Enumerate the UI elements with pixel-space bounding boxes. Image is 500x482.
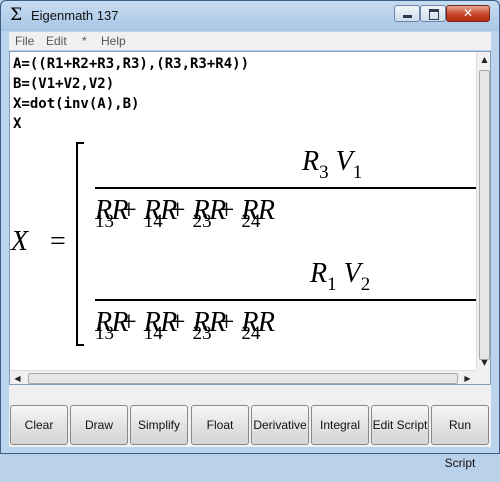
script-line: B=(V1+V2,V2) <box>13 76 115 92</box>
fraction-bar-1 <box>95 187 476 189</box>
script-line: A=((R1+R2+R3,R3),(R3,R3+R4)) <box>13 56 250 72</box>
sigma-app-icon[interactable]: Σ <box>8 6 24 24</box>
fraction-bar-2 <box>95 299 476 301</box>
integral-button[interactable]: Integral <box>311 405 369 445</box>
minimize-icon <box>403 15 412 18</box>
app-window: Σ Eigenmath 137 ✕ File Edit * Help A=((R… <box>0 0 500 470</box>
horizontal-scroll-thumb[interactable] <box>28 373 458 384</box>
vertical-scrollbar[interactable]: ▲ ▼ <box>476 52 490 370</box>
numerator-2: R1 V2 <box>310 258 371 295</box>
maximize-button[interactable] <box>420 5 446 22</box>
clear-button[interactable]: Clear <box>10 405 68 445</box>
close-button[interactable]: ✕ <box>446 5 490 22</box>
button-bar: Clear Draw Simplify Float Derivative Int… <box>9 385 491 470</box>
scroll-right-icon[interactable]: ▶ <box>460 371 475 384</box>
close-icon: ✕ <box>462 6 474 20</box>
result-display: X = R3 V1 R1 R3 + R1 R4 + R2 R3 + R2 R4 … <box>10 140 476 352</box>
result-lhs: X <box>11 226 29 257</box>
menu-file[interactable]: File <box>15 34 34 48</box>
title-bar[interactable]: Σ Eigenmath 137 ✕ <box>1 1 499 31</box>
denominator-1: R1 R3 + R1 R4 + R2 R3 + R2 R4 <box>95 195 275 232</box>
script-line: X <box>13 116 22 132</box>
simplify-button[interactable]: Simplify <box>130 405 188 445</box>
edit-script-button[interactable]: Edit Script <box>371 405 429 445</box>
float-button[interactable]: Float <box>191 405 249 445</box>
matrix-bracket <box>76 142 84 346</box>
menu-bar: File Edit * Help <box>9 32 491 50</box>
numerator-1: R3 V1 <box>302 146 363 183</box>
script-text[interactable]: A=((R1+R2+R3,R3),(R3,R3+R4)) B=(V1+V2,V2)… <box>13 54 249 134</box>
denominator-2: R1 R3 + R1 R4 + R2 R3 + R2 R4 <box>95 307 275 344</box>
script-line: X=dot(inv(A),B) <box>13 96 140 112</box>
maximize-icon <box>429 9 439 20</box>
scroll-corner <box>476 370 490 384</box>
run-script-button[interactable]: Run Script <box>431 405 489 470</box>
draw-button[interactable]: Draw <box>70 405 128 445</box>
menu-help[interactable]: Help <box>101 34 126 48</box>
scroll-left-icon[interactable]: ◀ <box>10 371 25 384</box>
window-title: Eigenmath 137 <box>31 8 119 23</box>
minimize-button[interactable] <box>394 5 420 22</box>
horizontal-scrollbar[interactable]: ◀ ▶ <box>10 370 476 384</box>
menu-star[interactable]: * <box>82 34 87 48</box>
output-pane[interactable]: A=((R1+R2+R3,R3),(R3,R3+R4)) B=(V1+V2,V2)… <box>9 51 491 385</box>
equals-sign: = <box>50 226 66 257</box>
scroll-down-icon[interactable]: ▼ <box>477 355 490 370</box>
derivative-button[interactable]: Derivative <box>251 405 309 445</box>
vertical-scroll-thumb[interactable] <box>479 70 490 360</box>
scroll-up-icon[interactable]: ▲ <box>477 52 490 67</box>
menu-edit[interactable]: Edit <box>46 34 67 48</box>
